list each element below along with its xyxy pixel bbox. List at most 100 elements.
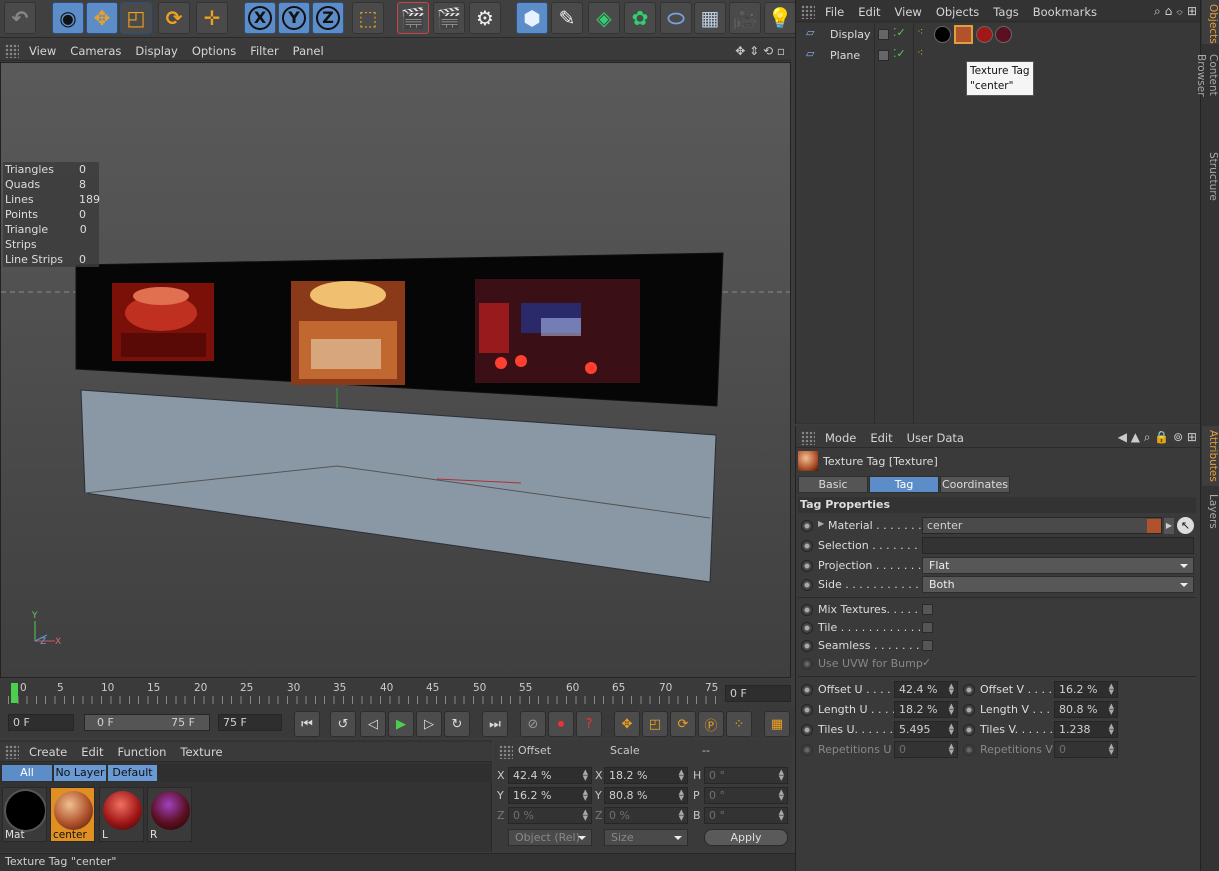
timeline-ruler[interactable]: 0 5 10 15 20 25 30 35 40 45 50 55 60 65 …: [0, 680, 791, 708]
scale-z-field[interactable]: 0 % ▲ ▼: [604, 807, 688, 824]
rotation-b-field[interactable]: 0 ° ▲ ▼: [704, 807, 788, 824]
play-button[interactable]: ▶: [388, 711, 414, 737]
scale-tool-button[interactable]: ◰: [120, 2, 152, 34]
menu-edit[interactable]: Edit: [851, 5, 887, 19]
animate-radio[interactable]: [801, 658, 813, 670]
animate-radio[interactable]: [801, 640, 813, 652]
tab-basic[interactable]: Basic: [798, 476, 868, 493]
prev-key-button[interactable]: ↺: [330, 711, 356, 737]
next-frame-button[interactable]: ▷: [416, 711, 442, 737]
offset-y-field[interactable]: 16.2 % ▲ ▼: [508, 787, 592, 804]
side-select[interactable]: Both: [922, 576, 1194, 593]
phong-tag-icon[interactable]: ⁖: [917, 25, 923, 38]
layer-checkbox[interactable]: [878, 50, 889, 61]
animate-radio[interactable]: [801, 540, 813, 552]
autokey-button[interactable]: ?: [576, 711, 602, 737]
material-chip[interactable]: R: [147, 787, 192, 842]
tab-coordinates[interactable]: Coordinates: [940, 476, 1010, 493]
material-link-field[interactable]: center: [922, 517, 1162, 534]
pick-cursor-icon[interactable]: ↖: [1177, 517, 1194, 534]
key-rotation-button[interactable]: ⟳: [670, 711, 696, 737]
material-chip[interactable]: L: [99, 787, 144, 842]
coordinate-mode-select[interactable]: Object (Rel): [508, 829, 592, 846]
animate-radio[interactable]: [801, 560, 813, 572]
end-frame-field[interactable]: 75 F: [218, 714, 282, 731]
tiles-u-field[interactable]: 5.495 ▲ ▼: [894, 721, 958, 738]
live-select-button[interactable]: ◉: [52, 2, 84, 34]
go-to-end-button[interactable]: ⏭: [482, 711, 508, 737]
visibility-check-icon[interactable]: ⁚✓: [893, 47, 906, 60]
rotate-tool-button[interactable]: ⟳: [158, 2, 190, 34]
x-axis-button[interactable]: X: [244, 2, 276, 34]
key-position-button[interactable]: ✥: [614, 711, 640, 737]
mix-textures-checkbox[interactable]: [922, 604, 933, 615]
animate-radio[interactable]: [963, 704, 975, 716]
light-button[interactable]: 💡: [764, 2, 796, 34]
menu-edit[interactable]: Edit: [74, 745, 110, 759]
menu-options[interactable]: Options: [185, 44, 243, 58]
seamless-checkbox[interactable]: [922, 640, 933, 651]
selection-field[interactable]: [922, 537, 1194, 554]
search-home-icons[interactable]: ⌕ ⌂ ⌔ ⊞: [1154, 4, 1197, 19]
render-view-button[interactable]: 🎬: [397, 2, 429, 34]
next-key-button[interactable]: ↻: [444, 711, 470, 737]
motion-record-button[interactable]: ⊘: [520, 711, 546, 737]
animate-radio[interactable]: [801, 684, 813, 696]
filter-no-layer[interactable]: No Layer: [54, 765, 106, 781]
record-keys-button[interactable]: ⏺: [548, 711, 574, 737]
animate-radio[interactable]: [801, 704, 813, 716]
layer-checkbox[interactable]: [878, 29, 889, 40]
scale-x-field[interactable]: 18.2 % ▲ ▼: [604, 767, 688, 784]
current-frame-field[interactable]: 0 F: [725, 685, 791, 702]
size-mode-select[interactable]: Size: [604, 829, 688, 846]
filter-default[interactable]: Default: [108, 765, 157, 781]
subdivision-button[interactable]: ◈: [588, 2, 620, 34]
camera-button[interactable]: 🎥: [729, 2, 761, 34]
pen-button[interactable]: ✎: [551, 2, 583, 34]
menu-panel[interactable]: Panel: [286, 44, 331, 58]
animate-radio[interactable]: [801, 520, 813, 532]
scale-y-field[interactable]: 80.8 % ▲ ▼: [604, 787, 688, 804]
texture-tag-l-icon[interactable]: [976, 26, 993, 43]
side-tab-layers[interactable]: Layers: [1202, 490, 1219, 530]
offset-u-field[interactable]: 42.4 % ▲ ▼: [894, 681, 958, 698]
side-tab-attributes[interactable]: Attributes: [1202, 426, 1219, 486]
animate-radio[interactable]: [801, 579, 813, 591]
menu-user-data[interactable]: User Data: [900, 431, 971, 445]
animate-radio[interactable]: [963, 744, 975, 756]
length-u-field[interactable]: 18.2 % ▲ ▼: [894, 701, 958, 718]
uvw-bump-check-icon[interactable]: ✓: [922, 656, 931, 669]
move-axis-button[interactable]: ✛: [196, 2, 228, 34]
playhead[interactable]: [11, 683, 18, 703]
repetitions-u-field[interactable]: 0 ▲ ▼: [894, 741, 958, 758]
material-tag-icon[interactable]: [934, 26, 951, 43]
array-button[interactable]: ✿: [624, 2, 656, 34]
go-to-start-button[interactable]: ⏮: [294, 711, 320, 737]
animate-radio[interactable]: [801, 724, 813, 736]
render-picture-viewer-button[interactable]: 🎬: [433, 2, 465, 34]
menu-view[interactable]: View: [22, 44, 63, 58]
material-chip-selected[interactable]: center: [50, 787, 95, 842]
prev-frame-button[interactable]: ◁: [360, 711, 386, 737]
key-pla-button[interactable]: ⁘: [726, 711, 752, 737]
object-row-display[interactable]: ▱ Display ⁚✓ ⁖: [796, 25, 1201, 45]
menu-edit[interactable]: Edit: [863, 431, 899, 445]
viewport-nav-icons[interactable]: ✥ ⇕ ⟲ ▫: [735, 44, 785, 58]
menu-file[interactable]: File: [818, 5, 851, 19]
key-parameter-button[interactable]: Ⓟ: [698, 711, 724, 737]
texture-tag-center-icon[interactable]: [954, 25, 973, 44]
y-axis-button[interactable]: Y: [278, 2, 310, 34]
side-tab-content-browser[interactable]: Content Browser: [1195, 50, 1219, 142]
menu-create[interactable]: Create: [22, 745, 74, 759]
deformer-button[interactable]: ⬭: [660, 2, 692, 34]
animate-radio[interactable]: [963, 724, 975, 736]
menu-texture[interactable]: Texture: [173, 745, 229, 759]
key-scale-button[interactable]: ◰: [642, 711, 668, 737]
texture-tag-r-icon[interactable]: [995, 26, 1012, 43]
animate-radio[interactable]: [801, 622, 813, 634]
start-frame-field[interactable]: 0 F: [8, 714, 74, 731]
apply-button[interactable]: Apply: [704, 829, 788, 846]
move-tool-button[interactable]: ✥: [86, 2, 118, 34]
timeline-button[interactable]: ▦: [764, 711, 790, 737]
coordinate-system-button[interactable]: ⬚: [352, 2, 384, 34]
